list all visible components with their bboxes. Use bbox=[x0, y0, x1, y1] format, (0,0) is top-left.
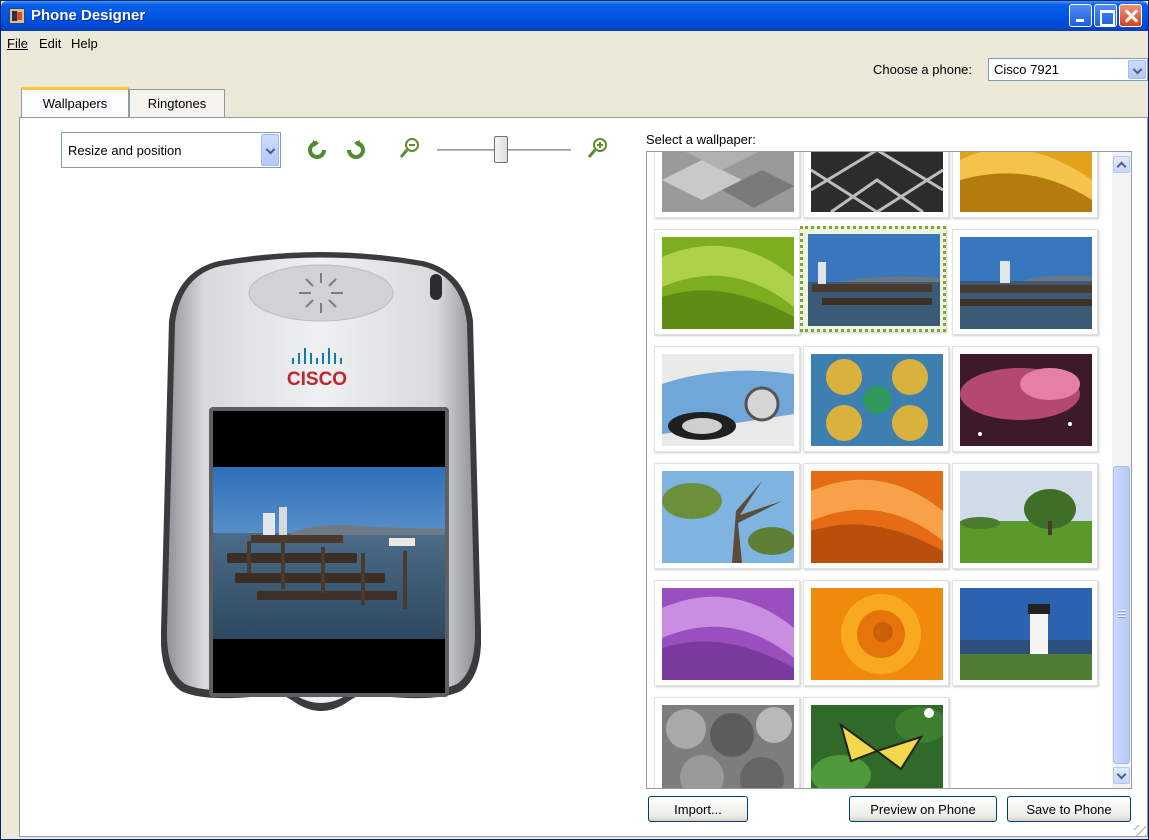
scroll-down-icon[interactable] bbox=[1113, 767, 1130, 784]
tab-wallpapers-label: Wallpapers bbox=[42, 96, 108, 111]
phone-preview: CISCO bbox=[161, 252, 481, 711]
scroll-up-icon[interactable] bbox=[1113, 156, 1130, 173]
import-button[interactable]: Import... bbox=[648, 796, 748, 822]
chevron-down-icon[interactable] bbox=[1128, 60, 1146, 79]
thumbnail-purple-swirl[interactable] bbox=[654, 580, 800, 686]
thumbnail-gold-swirl[interactable] bbox=[952, 152, 1098, 218]
thumbnail-gray-tiles[interactable] bbox=[654, 152, 800, 218]
menu-edit[interactable]: Edit bbox=[39, 36, 61, 51]
menu-bar: File Edit Help bbox=[1, 32, 1148, 54]
thumbnail-gray-succulents[interactable] bbox=[654, 697, 800, 788]
menu-help[interactable]: Help bbox=[71, 36, 98, 51]
phone-select-value: Cisco 7921 bbox=[994, 62, 1060, 77]
chevron-down-icon[interactable] bbox=[261, 134, 279, 166]
save-to-phone-button[interactable]: Save to Phone bbox=[1007, 796, 1131, 822]
maximize-button[interactable] bbox=[1094, 4, 1117, 27]
rotate-left-icon[interactable] bbox=[306, 139, 328, 161]
thumbnail-orange-rose[interactable] bbox=[803, 580, 949, 686]
title-bar[interactable]: Phone Designer bbox=[1, 1, 1148, 31]
menu-file-label: File bbox=[7, 36, 28, 51]
close-button[interactable] bbox=[1119, 4, 1142, 27]
thumbnail-pier-sea-lions-2[interactable] bbox=[952, 229, 1098, 335]
zoom-slider-thumb[interactable] bbox=[494, 136, 508, 163]
thumbnail-tree-sky[interactable] bbox=[654, 463, 800, 569]
mode-select-value: Resize and position bbox=[68, 143, 182, 158]
thumbnail-green-swirl[interactable] bbox=[654, 229, 800, 335]
thumbnail-kaleidoscope-color[interactable] bbox=[803, 346, 949, 452]
phone-select[interactable]: Cisco 7921 bbox=[988, 58, 1148, 81]
wallpaper-gallery[interactable] bbox=[646, 151, 1132, 789]
main-window: Phone Designer File Edit Help Choose a p… bbox=[0, 0, 1149, 840]
menu-edit-label: Edit bbox=[39, 36, 62, 51]
rotate-right-icon[interactable] bbox=[345, 139, 367, 161]
menu-help-label: Help bbox=[71, 36, 98, 51]
scrollbar-thumb[interactable] bbox=[1113, 466, 1130, 764]
window-title: Phone Designer bbox=[31, 7, 146, 24]
resize-grip-icon[interactable] bbox=[1134, 825, 1146, 837]
minimize-button[interactable] bbox=[1069, 4, 1092, 27]
tab-ringtones-label: Ringtones bbox=[147, 96, 207, 111]
tab-wallpapers[interactable]: Wallpapers bbox=[21, 87, 129, 117]
gallery-scrollbar[interactable] bbox=[1112, 152, 1131, 788]
thumbnail-butterfly[interactable] bbox=[803, 697, 949, 788]
zoom-in-icon[interactable] bbox=[587, 137, 609, 159]
thumbnail-orange-swirl[interactable] bbox=[803, 463, 949, 569]
thumbnail-pier-sea-lions[interactable] bbox=[800, 226, 946, 332]
thumbnail-blue-car[interactable] bbox=[654, 346, 800, 452]
scrollbar-grip-icon bbox=[1118, 610, 1126, 619]
choose-phone-label: Choose a phone: bbox=[873, 62, 973, 77]
thumbnail-kaleidoscope-bw[interactable] bbox=[803, 152, 949, 218]
app-icon bbox=[9, 8, 25, 24]
gallery-label: Select a wallpaper: bbox=[646, 132, 756, 147]
phone-brand-text: CISCO bbox=[287, 369, 347, 390]
tab-ringtones[interactable]: Ringtones bbox=[129, 89, 225, 117]
thumbnail-pink-nebula[interactable] bbox=[952, 346, 1098, 452]
zoom-out-icon[interactable] bbox=[399, 137, 421, 159]
thumbnail-green-landscape[interactable] bbox=[952, 463, 1098, 569]
preview-on-phone-button[interactable]: Preview on Phone bbox=[849, 796, 997, 822]
menu-file[interactable]: File bbox=[7, 36, 28, 51]
thumbnail-lighthouse[interactable] bbox=[952, 580, 1098, 686]
mode-select[interactable]: Resize and position bbox=[61, 132, 281, 168]
